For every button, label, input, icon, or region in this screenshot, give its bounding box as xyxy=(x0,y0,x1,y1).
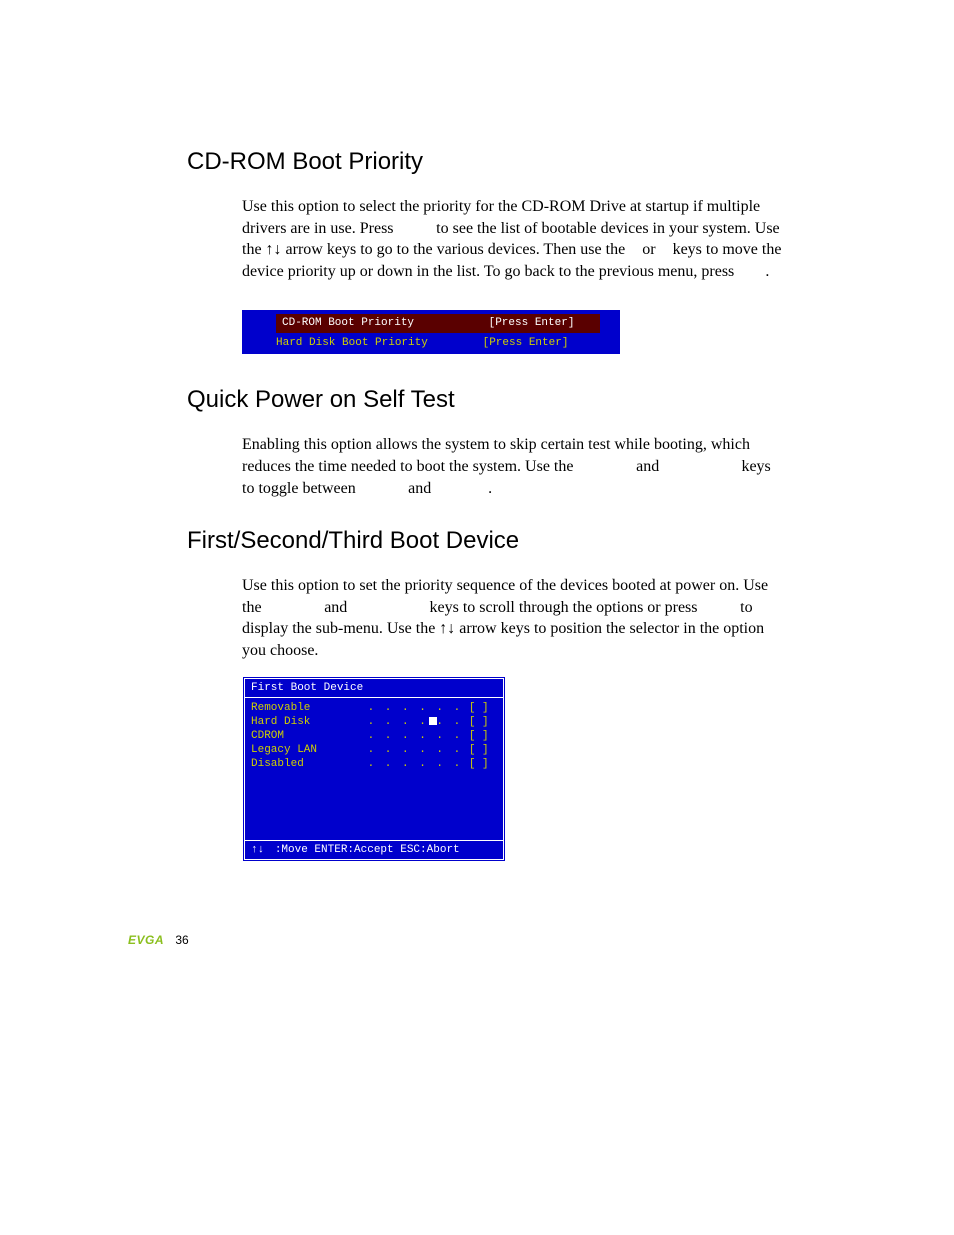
selector-gap: [ ] xyxy=(469,744,489,756)
key-minus: − xyxy=(660,241,669,258)
page-footer: EVGA 36 xyxy=(128,933,189,947)
bios-snippet-cdrom: CD-ROM Boot Priority [Press Enter] Hard … xyxy=(242,310,787,354)
text: . xyxy=(488,480,492,497)
bios-menu-footer: ↑↓ :Move ENTER:Accept ESC:Abort xyxy=(245,840,503,859)
footer-brand: EVGA xyxy=(128,933,164,947)
text: or xyxy=(642,241,659,258)
bios-option-hard-disk: Hard Disk . . . . . . [ ] xyxy=(251,716,497,728)
bios-menu-body: Removable . . . . . . [ ] Hard Disk . . … xyxy=(245,698,503,840)
dots-icon: . . . . . . xyxy=(368,758,463,770)
footer-page-number: 36 xyxy=(175,933,188,947)
selector-gap: [ ] xyxy=(469,716,489,728)
dots-icon: . . . . . . xyxy=(368,716,463,728)
value-enable: Enable xyxy=(360,480,404,497)
heading-quick-post: Quick Power on Self Test xyxy=(187,386,787,414)
key-page-up: Page Up xyxy=(577,458,632,475)
heading-boot-device: First/Second/Third Boot Device xyxy=(187,527,787,555)
text: and xyxy=(408,480,435,497)
bios-highlight-row: CD-ROM Boot Priority [Press Enter] xyxy=(276,314,600,333)
text: . xyxy=(765,263,769,280)
arrow-keys-icon: ↑↓ xyxy=(266,241,282,258)
bios-sub-action: [Press Enter] xyxy=(483,337,569,349)
selector-gap: [ ] xyxy=(469,702,489,714)
bios-highlight-text: CD-ROM Boot Priority [Press Enter] xyxy=(276,314,600,333)
bios-menu-header: First Boot Device xyxy=(245,679,503,698)
option-label: CDROM xyxy=(251,730,361,742)
heading-cdrom: CD-ROM Boot Priority xyxy=(187,148,787,176)
value-disable: Disable xyxy=(435,480,484,497)
bios-option-removable: Removable . . . . . . [ ] xyxy=(251,702,497,714)
body-cdrom: Use this option to select the priority f… xyxy=(242,196,787,282)
content-area: CD-ROM Boot Priority Use this option to … xyxy=(187,148,787,862)
key-page-up: Page Up xyxy=(266,599,321,616)
arrow-keys-icon: ↑↓ xyxy=(251,844,264,856)
option-label: Removable xyxy=(251,702,361,714)
text: and xyxy=(636,458,663,475)
bios-option-cdrom: CDROM . . . . . . [ ] xyxy=(251,730,497,742)
key-enter: Enter xyxy=(702,599,737,616)
bios-snippet-inner: CD-ROM Boot Priority [Press Enter] Hard … xyxy=(242,310,620,354)
bios-option-disabled: Disabled . . . . . . [ ] xyxy=(251,758,497,770)
dots-icon: . . . . . . xyxy=(368,702,463,714)
document-page: CD-ROM Boot Priority Use this option to … xyxy=(0,0,954,1235)
text: keys to scroll through the options or pr… xyxy=(430,599,702,616)
arrow-keys-icon: ↑↓ xyxy=(439,620,455,637)
dots-icon: . . . . . . xyxy=(368,744,463,756)
key-plus: + xyxy=(629,241,638,258)
bios-label: CD-ROM Boot Priority xyxy=(282,314,482,333)
key-page-down: Page Down xyxy=(663,458,737,475)
text: and xyxy=(324,599,351,616)
body-boot-device: Use this option to set the priority sequ… xyxy=(242,575,787,661)
option-label: Legacy LAN xyxy=(251,744,361,756)
selector-gap: [ ] xyxy=(469,730,489,742)
bios-sub-row: Hard Disk Boot Priority [Press Enter] xyxy=(276,337,568,349)
key-enter: Enter xyxy=(398,220,433,237)
bios-footer-text: :Move ENTER:Accept ESC:Abort xyxy=(275,844,460,856)
option-label: Hard Disk xyxy=(251,716,361,728)
bios-menu-boot-device: First Boot Device Removable . . . . . . … xyxy=(242,676,506,862)
text: arrow keys to go to the various devices.… xyxy=(286,241,630,258)
selector-gap: [ ] xyxy=(469,758,489,770)
bios-action: [Press Enter] xyxy=(489,317,575,329)
key-page-down: Page Down xyxy=(351,599,425,616)
option-label: Disabled xyxy=(251,758,361,770)
bios-option-legacy-lan: Legacy LAN . . . . . . [ ] xyxy=(251,744,497,756)
bios-sub-label: Hard Disk Boot Priority xyxy=(276,337,476,349)
key-esc: Esc xyxy=(738,263,761,280)
body-quick-post: Enabling this option allows the system t… xyxy=(242,434,787,499)
dots-icon: . . . . . . xyxy=(368,730,463,742)
